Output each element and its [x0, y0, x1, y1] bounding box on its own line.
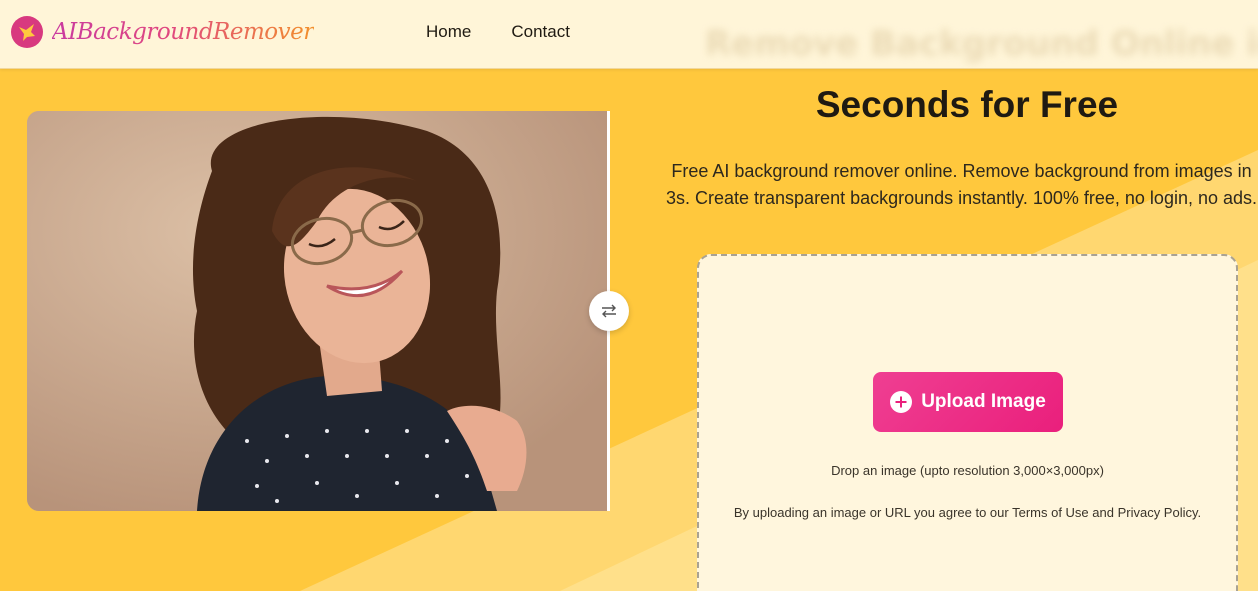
swap-arrows-icon — [602, 304, 616, 318]
drop-image-note: Drop an image (upto resolution 3,000×3,0… — [831, 463, 1104, 478]
upload-button-label: Upload Image — [921, 391, 1046, 412]
compare-swap-button[interactable] — [589, 291, 629, 331]
hero-description: Free AI background remover online. Remov… — [665, 161, 1258, 208]
hero-title: Seconds for Free — [815, 84, 1119, 125]
nav-contact-link[interactable]: Contact — [511, 22, 570, 42]
upload-dropzone[interactable]: Upload Image Drop an image (upto resolut… — [697, 254, 1238, 591]
nav-home-link[interactable]: Home — [426, 22, 471, 42]
woman-photo-image — [27, 111, 610, 511]
site-header: AIBackgroundRemover Home Contact Remove … — [0, 0, 1258, 69]
plus-circle-icon — [890, 391, 913, 413]
scrolled-hero-title: Remove Background Online in — [705, 24, 1258, 64]
sample-photo — [27, 111, 610, 511]
main-nav: Home Contact — [426, 22, 570, 42]
bird-logo-icon — [11, 16, 43, 48]
terms-note: By uploading an image or URL you agree t… — [733, 505, 1202, 520]
logo-text: AIBackgroundRemover — [52, 19, 314, 45]
upload-image-button[interactable]: Upload Image — [873, 372, 1063, 432]
site-logo[interactable]: AIBackgroundRemover — [10, 15, 314, 49]
